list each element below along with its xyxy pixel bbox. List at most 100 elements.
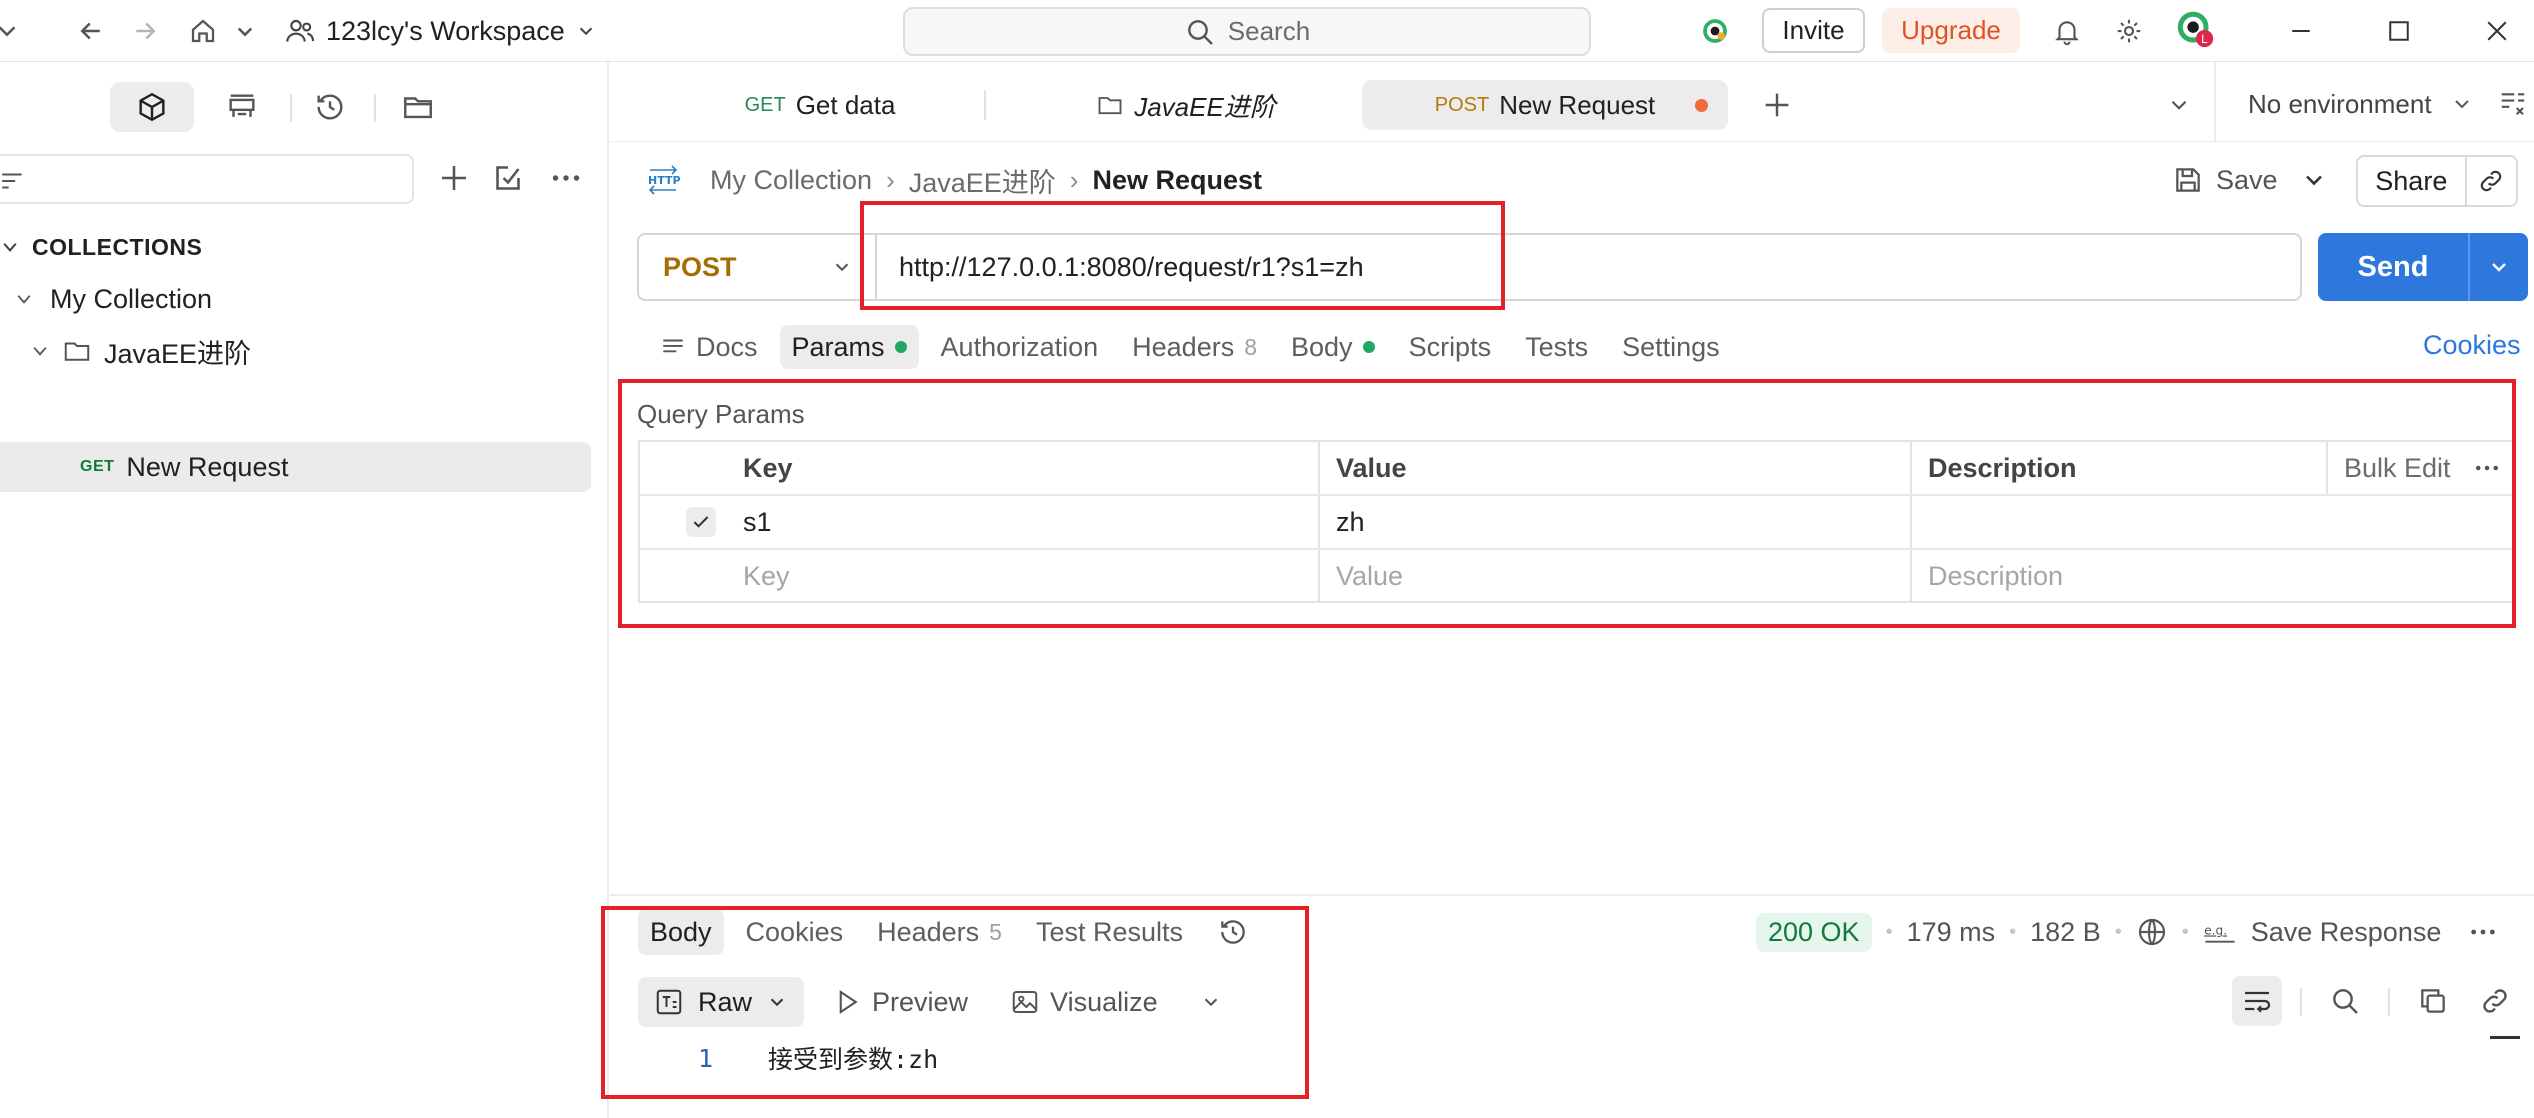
line-text[interactable]: 接受到参数:zh: [768, 1040, 938, 1076]
sync-status-icon[interactable]: [1698, 14, 1732, 48]
settings-gear-icon[interactable]: [2112, 14, 2146, 48]
tree-item-my-collection[interactable]: My Collection: [0, 274, 600, 324]
breadcrumb-collection[interactable]: My Collection: [710, 165, 872, 196]
bulk-edit-button[interactable]: Bulk Edit: [2344, 442, 2451, 494]
upgrade-button[interactable]: Upgrade: [1882, 8, 2020, 53]
chevron-down-icon: [835, 263, 849, 272]
window-minimize-icon[interactable]: [2284, 14, 2318, 48]
tree-item-new-request[interactable]: GET New Request: [0, 442, 591, 492]
response-more-icon[interactable]: [2467, 916, 2499, 948]
environment-selector[interactable]: No environment: [2248, 84, 2474, 124]
tab-tests[interactable]: Tests: [1513, 325, 1600, 369]
tab-scripts[interactable]: Scripts: [1397, 325, 1504, 369]
send-label: Send: [2357, 250, 2429, 283]
tab-params-label: Params: [791, 331, 885, 362]
collections-cube-icon[interactable]: [110, 82, 194, 132]
send-button[interactable]: Send: [2318, 233, 2528, 301]
folder-name: JavaEE进阶: [104, 338, 252, 369]
table-more-icon[interactable]: [2472, 442, 2502, 494]
value-placeholder[interactable]: Value: [1336, 550, 1403, 602]
notifications-bell-icon[interactable]: [2050, 14, 2084, 48]
response-divider[interactable]: [610, 894, 2534, 896]
copy-link-icon[interactable]: [2464, 157, 2516, 205]
send-options-chevron-icon[interactable]: [2468, 233, 2528, 301]
tab-headers[interactable]: Headers 8: [1120, 325, 1269, 369]
home-icon[interactable]: [186, 14, 220, 48]
tree-item-folder[interactable]: JavaEE进阶: [0, 326, 600, 376]
more-options-icon[interactable]: [548, 160, 584, 196]
response-tab-test-results[interactable]: Test Results: [1024, 909, 1195, 955]
environment-quick-look-icon[interactable]: [2498, 88, 2528, 118]
sidebar-filter-input[interactable]: [0, 154, 414, 204]
response-tab-headers[interactable]: Headers 5: [865, 909, 1014, 955]
folder-icon[interactable]: [376, 82, 460, 132]
breadcrumb-request[interactable]: New Request: [1092, 165, 1262, 196]
search-bar[interactable]: Search: [903, 7, 1591, 56]
response-tab-body-label: Body: [650, 916, 712, 947]
user-avatar-icon[interactable]: L: [2176, 10, 2216, 50]
workspace-switcher[interactable]: 123lcy's Workspace: [284, 12, 597, 50]
forward-arrow-icon[interactable]: [128, 14, 162, 48]
invite-button[interactable]: Invite: [1762, 8, 1865, 53]
window-maximize-icon[interactable]: [2382, 14, 2416, 48]
meta-separator: •: [2181, 920, 2189, 943]
tab-settings[interactable]: Settings: [1610, 325, 1732, 369]
status-badge[interactable]: 200 OK: [1756, 912, 1872, 952]
tabs-overflow-chevron-icon[interactable]: [2166, 92, 2192, 118]
param-enabled-checkbox[interactable]: [686, 507, 716, 537]
method-select[interactable]: POST: [639, 235, 877, 299]
back-arrow-icon[interactable]: [74, 14, 108, 48]
collections-chevron-icon[interactable]: [0, 237, 20, 257]
request-tab-bar: GET Get data JavaEE进阶 POST New Request N…: [610, 62, 2534, 142]
key-placeholder[interactable]: Key: [743, 550, 790, 602]
folder-icon: [1098, 97, 1122, 115]
save-button[interactable]: Save: [2172, 158, 2278, 202]
environment-label: No environment: [2248, 88, 2432, 119]
add-collection-icon[interactable]: [436, 160, 472, 196]
tab-new-request[interactable]: POST New Request: [1362, 80, 1728, 130]
save-response-button[interactable]: Save Response: [2251, 917, 2442, 948]
raw-format-select[interactable]: Raw: [638, 977, 805, 1027]
menu-chevron-icon[interactable]: [0, 14, 24, 48]
table-row-empty: Key Value Description: [640, 550, 2512, 604]
visualize-button[interactable]: Visualize: [996, 977, 1172, 1027]
cookies-link[interactable]: Cookies: [2423, 330, 2521, 361]
new-tab-plus-icon[interactable]: [1760, 88, 1794, 122]
tab-authorization[interactable]: Authorization: [929, 325, 1111, 369]
visualize-options-chevron-icon[interactable]: [1186, 977, 1236, 1027]
response-history-icon[interactable]: [1205, 909, 1261, 955]
breadcrumb-separator: ›: [1069, 164, 1079, 195]
tab-params[interactable]: Params: [779, 325, 919, 369]
history-icon[interactable]: [288, 82, 372, 132]
home-menu-chevron-icon[interactable]: [228, 14, 262, 48]
tab-docs[interactable]: Docs: [648, 325, 770, 369]
response-tab-cookies[interactable]: Cookies: [734, 909, 856, 955]
save-options-chevron-icon[interactable]: [2300, 166, 2328, 194]
preview-button[interactable]: Preview: [818, 977, 982, 1027]
param-key[interactable]: s1: [743, 496, 772, 548]
network-globe-icon[interactable]: [2136, 916, 2168, 948]
copy-response-icon[interactable]: [2408, 976, 2458, 1026]
response-link-icon[interactable]: [2470, 976, 2520, 1026]
breadcrumb-folder[interactable]: JavaEE进阶: [909, 161, 1056, 200]
window-close-icon[interactable]: [2480, 14, 2514, 48]
description-placeholder[interactable]: Description: [1928, 550, 2063, 602]
search-response-icon[interactable]: [2320, 976, 2370, 1026]
scroll-indicator[interactable]: [2490, 1036, 2520, 1039]
response-size[interactable]: 182 B: [2030, 917, 2101, 948]
param-value[interactable]: zh: [1336, 496, 1365, 548]
response-tab-test-results-label: Test Results: [1035, 916, 1184, 947]
url-input[interactable]: http://127.0.0.1:8080/request/r1?s1=zh: [877, 252, 1364, 283]
wrap-lines-icon[interactable]: [2232, 976, 2282, 1026]
share-button[interactable]: Share: [2356, 155, 2518, 207]
tab-body[interactable]: Body: [1279, 325, 1387, 369]
save-disk-icon: [2176, 168, 2200, 192]
environments-icon[interactable]: [200, 82, 284, 132]
tab-folder[interactable]: JavaEE进阶: [1066, 80, 1306, 130]
tab-get-data[interactable]: GET Get data: [700, 80, 940, 130]
collection-name: My Collection: [50, 283, 213, 314]
response-tab-body[interactable]: Body: [638, 909, 724, 955]
response-tabs: Body Cookies Headers 5 Test Results: [638, 909, 1271, 955]
response-time[interactable]: 179 ms: [1907, 917, 1996, 948]
new-item-edit-icon[interactable]: [490, 160, 526, 196]
